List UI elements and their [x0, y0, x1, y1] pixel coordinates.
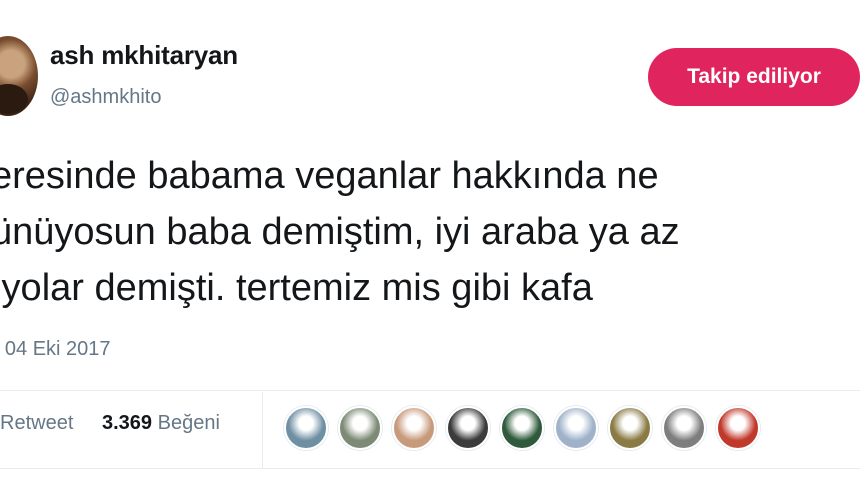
divider [0, 390, 860, 391]
following-button[interactable]: Takip ediliyor [648, 48, 860, 106]
stats-separator [262, 392, 263, 468]
tweet-text: keresinde babama veganlar hakkında ne şü… [0, 148, 860, 316]
liker-avatar[interactable] [554, 406, 598, 450]
liker-avatar[interactable] [662, 406, 706, 450]
likes-stat[interactable]: 3.369 Beğeni [102, 412, 220, 435]
user-avatar-icon[interactable] [0, 36, 38, 116]
liker-avatar[interactable] [500, 406, 544, 450]
liker-avatar[interactable] [284, 406, 328, 450]
liker-avatar[interactable] [446, 406, 490, 450]
liker-avatar[interactable] [392, 406, 436, 450]
liker-avatar[interactable] [338, 406, 382, 450]
likes-label: Beğeni [157, 412, 220, 434]
tweet-timestamp[interactable]: 7 - 04 Eki 2017 [0, 338, 111, 361]
likes-count: 3.369 [102, 412, 153, 434]
tweet-stats: Retweet 3.369 Beğeni [0, 412, 220, 435]
user-handle[interactable]: @ashmkhito [50, 86, 161, 109]
liker-avatar[interactable] [716, 406, 760, 450]
liker-avatar[interactable] [608, 406, 652, 450]
user-display-name[interactable]: ash mkhitaryan [50, 40, 238, 71]
tweet-line: keresinde babama veganlar hakkında ne [0, 155, 659, 197]
retweet-label[interactable]: Retweet [0, 412, 73, 434]
divider [0, 468, 860, 469]
tweet-line: şünüyosun baba demiştim, iyi araba ya az [0, 211, 680, 253]
liker-avatars [284, 406, 760, 450]
tweet-line: kıyolar demişti. tertemiz mis gibi kafa [0, 267, 593, 309]
